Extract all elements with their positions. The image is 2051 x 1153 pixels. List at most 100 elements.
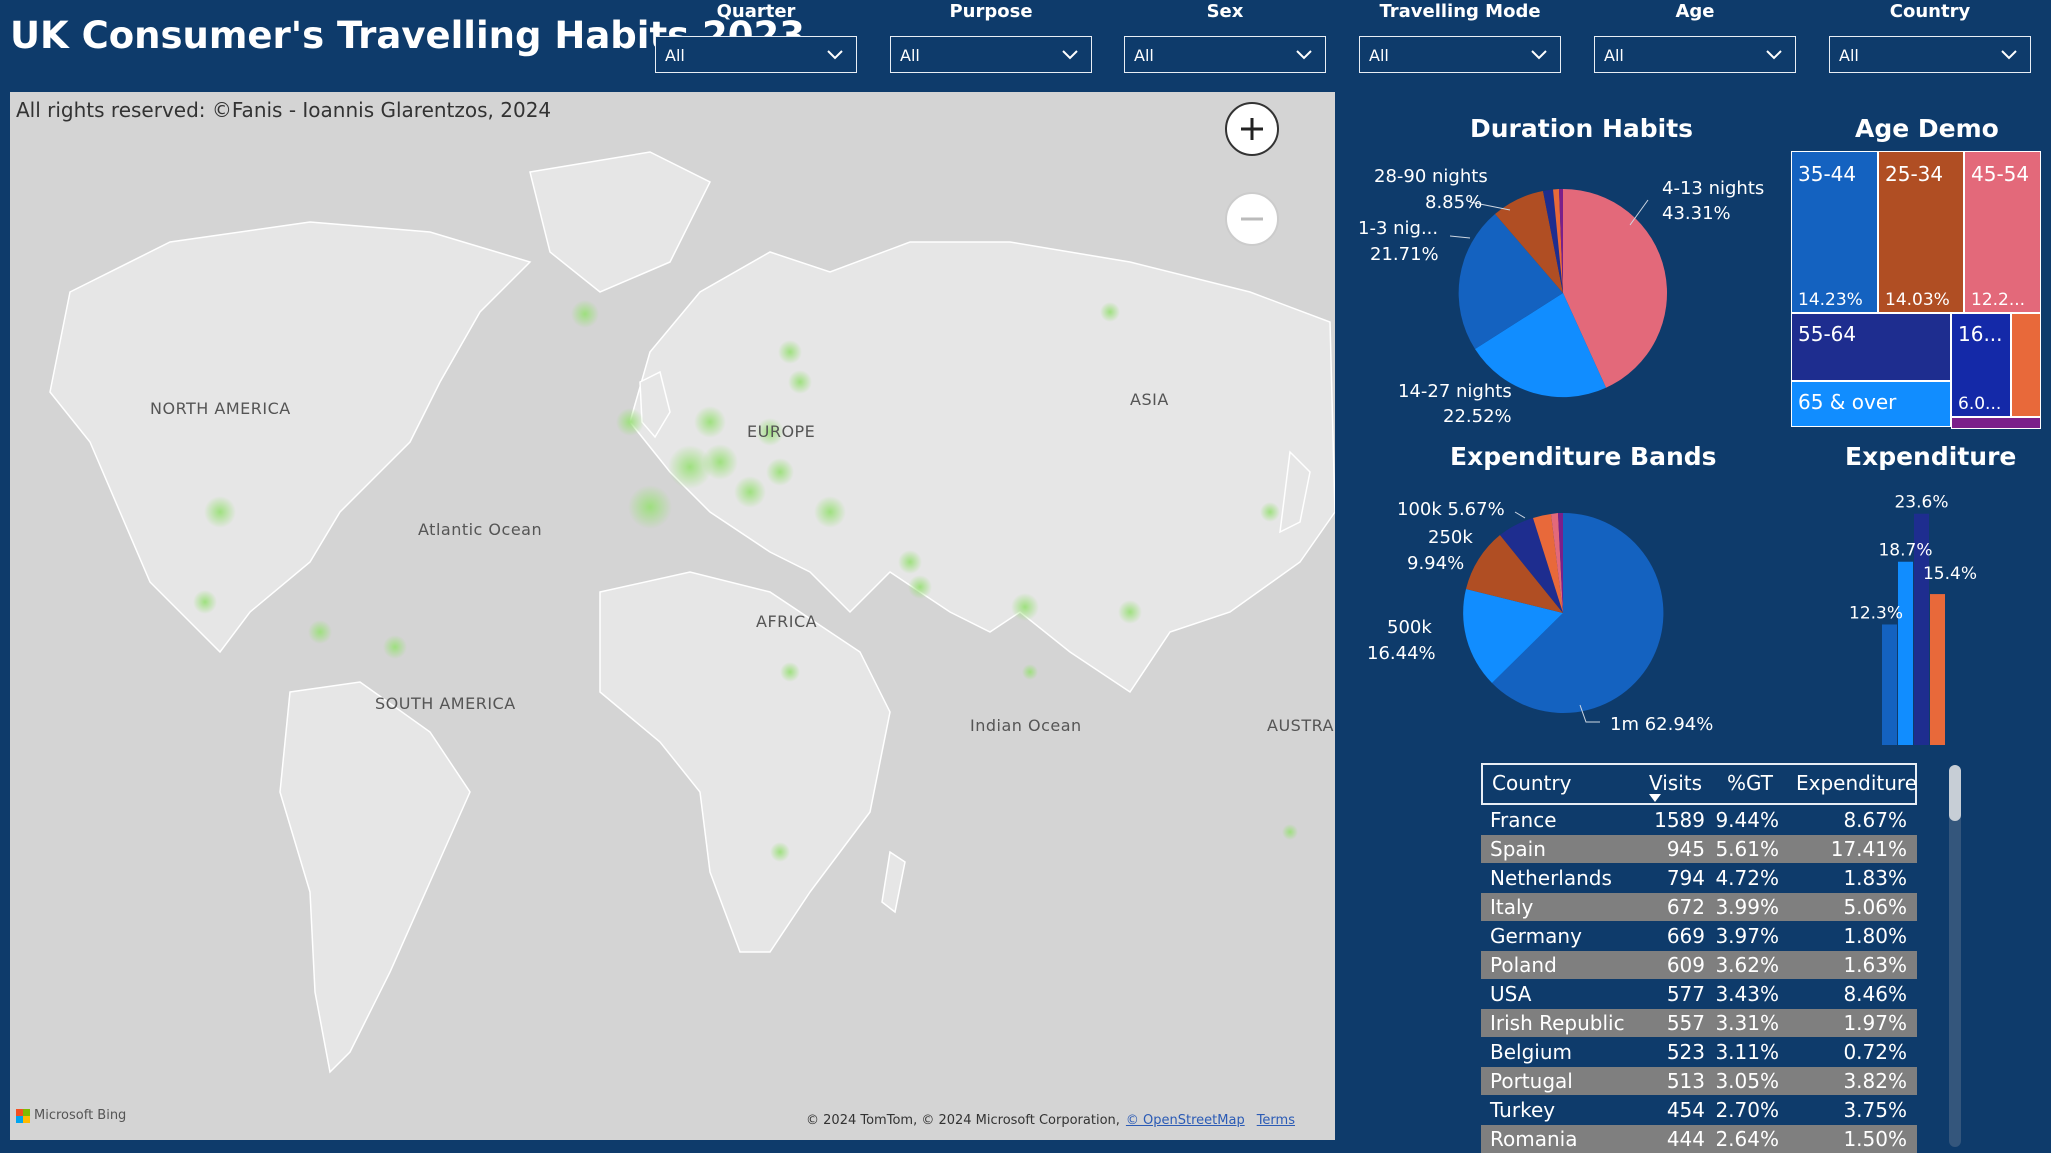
table-row[interactable]: Irish Republic 557 3.31% 1.97%	[1481, 1009, 1917, 1037]
cell-expenditure: 5.06%	[1843, 895, 1907, 919]
treemap-cell-65-over[interactable]: 65 & over	[1791, 381, 1951, 427]
treemap-cell-small-purple[interactable]	[1951, 417, 2041, 429]
duration-pct-28-90: 8.85%	[1425, 192, 1483, 213]
cell-gt: 9.44%	[1715, 808, 1779, 832]
treemap-cell-small-orange[interactable]	[2011, 313, 2041, 417]
treemap-cell-45-54[interactable]: 45-54 12.2...	[1964, 151, 2041, 313]
terms-link[interactable]: Terms	[1257, 1113, 1295, 1128]
treemap-label-55-64: 55-64	[1798, 322, 1857, 346]
table-row[interactable]: Belgium 523 3.11% 0.72%	[1481, 1038, 1917, 1066]
cell-expenditure: 3.75%	[1843, 1098, 1907, 1122]
cell-visits: 523	[1666, 1040, 1705, 1064]
duration-label-28-90: 28-90 nights	[1374, 166, 1488, 187]
cell-visits: 557	[1666, 1011, 1705, 1035]
map-glow-africa	[780, 662, 800, 682]
table-row[interactable]: USA 577 3.43% 8.46%	[1481, 980, 1917, 1008]
table-row[interactable]: France 1589 9.44% 8.67%	[1481, 806, 1917, 834]
map-label-europe: EUROPE	[747, 422, 816, 441]
cell-visits: 609	[1666, 953, 1705, 977]
expenditure-bar-chart[interactable]: 12.3% 18.7% 23.6% 15.4%	[1850, 480, 1990, 750]
map-label-australia: AUSTRAL	[1267, 716, 1335, 735]
expenditure-bar[interactable]	[1930, 594, 1945, 745]
table-row[interactable]: Romania 444 2.64% 1.50%	[1481, 1125, 1917, 1153]
header-country[interactable]: Country	[1492, 771, 1571, 795]
slicer-purpose: Purpose All	[890, 0, 1092, 73]
table-row[interactable]: Portugal 513 3.05% 3.82%	[1481, 1067, 1917, 1095]
treemap-label-25-34: 25-34	[1885, 162, 1944, 186]
cell-expenditure: 8.46%	[1843, 982, 1907, 1006]
band-label-100k: 100k 5.67%	[1397, 499, 1505, 520]
band-label-1m: 1m 62.94%	[1610, 714, 1714, 735]
map-label-north-america: NORTH AMERICA	[150, 399, 291, 418]
slicer-sex-dropdown[interactable]: All	[1124, 36, 1326, 73]
cell-gt: 2.64%	[1715, 1127, 1779, 1151]
table-scrollbar-track[interactable]	[1949, 765, 1961, 1147]
cell-visits: 1589	[1654, 808, 1705, 832]
table-row[interactable]: Poland 609 3.62% 1.63%	[1481, 951, 1917, 979]
band-pct-250k: 9.94%	[1407, 553, 1465, 574]
cell-visits: 513	[1666, 1069, 1705, 1093]
treemap-label-45-54: 45-54	[1971, 162, 2030, 186]
slicer-country-dropdown[interactable]: All	[1829, 36, 2031, 73]
treemap-label-65-over: 65 & over	[1798, 390, 1897, 414]
expenditure-title: Expenditure	[1845, 442, 2017, 471]
slicer-quarter-dropdown[interactable]: All	[655, 36, 857, 73]
header-gt[interactable]: %GT	[1727, 771, 1773, 795]
table-header: Country Visits %GT Expenditure	[1481, 763, 1917, 805]
table-row[interactable]: Italy 672 3.99% 5.06%	[1481, 893, 1917, 921]
header-visits[interactable]: Visits	[1649, 771, 1702, 795]
zoom-in-button[interactable]	[1225, 102, 1279, 156]
cell-visits: 945	[1666, 837, 1705, 861]
treemap-cell-35-44[interactable]: 35-44 14.23%	[1791, 151, 1878, 313]
cell-country: Germany	[1490, 924, 1582, 948]
table-row[interactable]: Netherlands 794 4.72% 1.83%	[1481, 864, 1917, 892]
africa-shape	[599, 571, 891, 953]
map-glow-uae	[908, 575, 932, 599]
treemap-label-16: 16...	[1958, 322, 2003, 346]
expenditure-bar-label: 12.3%	[1850, 603, 1903, 623]
map-glow-germany	[702, 444, 738, 480]
slicer-sex: Sex All	[1124, 0, 1326, 73]
cell-country: USA	[1490, 982, 1532, 1006]
table-scrollbar-thumb[interactable]	[1949, 765, 1961, 821]
world-map[interactable]: All rights reserved: ©Fanis - Ioannis Gl…	[10, 92, 1335, 1140]
bing-text: Microsoft Bing	[34, 1108, 127, 1123]
treemap-cell-25-34[interactable]: 25-34 14.03%	[1878, 151, 1964, 313]
map-glow-romania	[766, 458, 794, 486]
expenditure-bands-pie[interactable]	[1450, 500, 1690, 730]
treemap-value-45-54: 12.2...	[1971, 290, 2026, 310]
table-row[interactable]: Germany 669 3.97% 1.80%	[1481, 922, 1917, 950]
map-label-africa: AFRICA	[756, 612, 818, 631]
treemap-cell-16[interactable]: 16... 6.0...	[1951, 313, 2011, 417]
map-glow-india	[1011, 593, 1039, 621]
minus-icon	[1241, 217, 1263, 221]
slicer-country: Country All	[1829, 0, 2031, 73]
expenditure-bar[interactable]	[1898, 561, 1913, 745]
expenditure-bar[interactable]	[1882, 624, 1897, 745]
cell-visits: 577	[1666, 982, 1705, 1006]
slicer-purpose-label: Purpose	[949, 1, 1033, 22]
cell-country: Poland	[1490, 953, 1557, 977]
cell-expenditure: 1.50%	[1843, 1127, 1907, 1151]
map-glow-italy	[734, 476, 766, 508]
age-demo-treemap[interactable]: 35-44 14.23% 25-34 14.03% 45-54 12.2... …	[1791, 151, 2041, 431]
openstreetmap-link[interactable]: © OpenStreetMap	[1126, 1113, 1245, 1128]
map-glow-egypt	[898, 550, 922, 574]
header-expenditure[interactable]: Expenditure	[1796, 771, 1917, 795]
slicer-travelling-mode: Travelling Mode All	[1359, 0, 1561, 73]
map-glow-usa	[204, 496, 236, 528]
treemap-cell-55-64[interactable]: 55-64	[1791, 313, 1951, 381]
map-glow-iceland	[571, 300, 599, 328]
slicer-purpose-dropdown[interactable]: All	[890, 36, 1092, 73]
slicer-age-dropdown[interactable]: All	[1594, 36, 1796, 73]
table-row[interactable]: Spain 945 5.61% 17.41%	[1481, 835, 1917, 863]
map-glow-ireland	[616, 408, 644, 436]
cell-visits: 672	[1666, 895, 1705, 919]
slicer-travelling-mode-dropdown[interactable]: All	[1359, 36, 1561, 73]
plus-icon	[1241, 118, 1263, 140]
zoom-out-button[interactable]	[1225, 192, 1279, 246]
south-america-shape	[279, 681, 471, 1074]
madagascar-shape	[881, 850, 906, 914]
cell-expenditure: 3.82%	[1843, 1069, 1907, 1093]
table-row[interactable]: Turkey 454 2.70% 3.75%	[1481, 1096, 1917, 1124]
